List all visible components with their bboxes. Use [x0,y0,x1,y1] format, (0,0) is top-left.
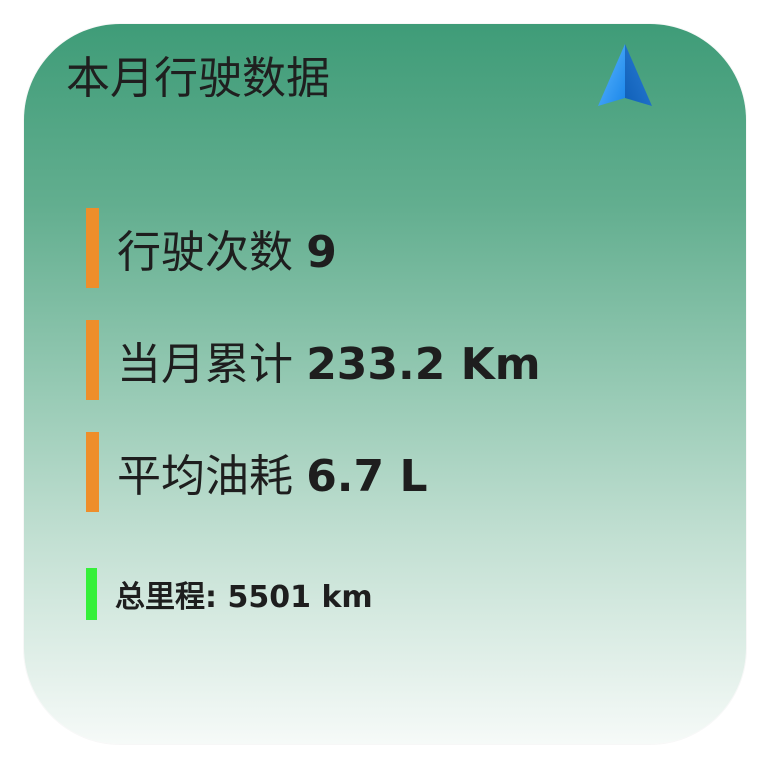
driving-data-widget[interactable]: 本月行驶数据 行驶次数 9 当月累计 233.2 Km 平均油耗 6.7 L 总… [24,24,746,744]
stat-accent-bar [86,208,99,288]
total-mileage-value: 5501 km [227,580,373,615]
stat-accent-bar [86,320,99,400]
stat-label-avg-fuel: 平均油耗 [117,451,293,502]
stat-label-monthly-distance: 当月累计 [117,339,293,390]
total-mileage-row: 总里程: 5501 km [86,568,373,620]
total-accent-bar [86,568,97,620]
total-mileage-label: 总里程: [115,580,217,615]
stat-row-trip-count: 行驶次数 9 [86,208,337,288]
stat-value-trip-count: 9 [306,227,337,278]
stat-row-avg-fuel: 平均油耗 6.7 L [86,432,428,512]
navigation-arrow-icon [598,44,652,106]
stat-value-monthly-distance: 233.2 Km [306,339,541,390]
stat-label-trip-count: 行驶次数 [117,227,293,278]
total-text: 总里程: 5501 km [115,572,373,616]
stat-accent-bar [86,432,99,512]
stat-row-monthly-distance: 当月累计 233.2 Km [86,320,541,400]
stat-text: 行驶次数 9 [117,216,337,280]
stat-text: 平均油耗 6.7 L [117,440,428,504]
widget-title: 本月行驶数据 [66,53,330,104]
stat-text: 当月累计 233.2 Km [117,328,541,392]
stat-value-avg-fuel: 6.7 L [306,451,428,502]
